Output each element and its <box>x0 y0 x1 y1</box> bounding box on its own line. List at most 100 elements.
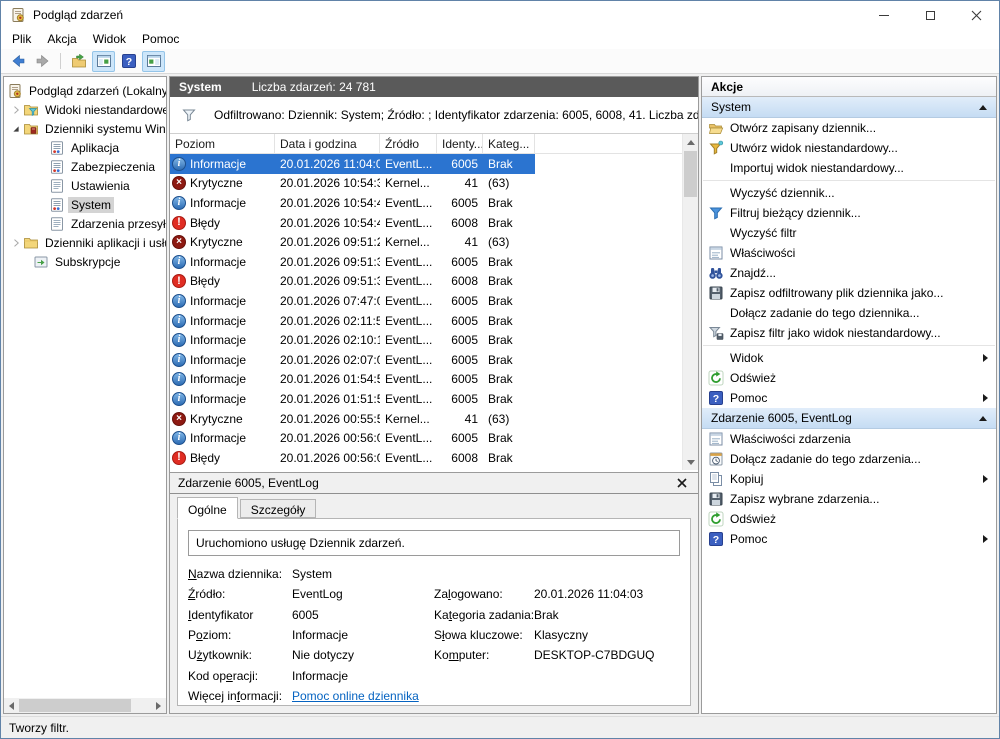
menu-item-akcja[interactable]: Akcja <box>39 30 84 48</box>
action-otwórz-zapisany-dziennik[interactable]: Otwórz zapisany dziennik... <box>702 118 996 138</box>
event-row[interactable]: ×Krytyczne20.01.2026 10:54:33Kernel...41… <box>170 174 535 194</box>
event-log-online-help-link[interactable]: Pomoc online dziennika <box>292 689 419 703</box>
column-header-3[interactable]: Źródło <box>380 134 437 153</box>
scrollbar-thumb[interactable] <box>684 151 697 197</box>
console-tree-button[interactable] <box>92 51 115 72</box>
tree-item-zabezpieczenia[interactable]: Zabezpieczenia <box>4 157 166 176</box>
event-row[interactable]: iInformacje20.01.2026 00:56:03EventL...6… <box>170 428 535 448</box>
event-category-cell: Brak <box>483 157 535 171</box>
event-datetime-cell: 20.01.2026 00:56:03 <box>275 451 380 465</box>
action-pomoc[interactable]: ?Pomoc <box>702 388 996 408</box>
action-zapisz-wybrane-zdarzenia[interactable]: Zapisz wybrane zdarzenia... <box>702 489 996 509</box>
tab-szczegóły[interactable]: Szczegóły <box>240 499 317 518</box>
tree-item-system[interactable]: System <box>4 195 166 214</box>
event-level-cell: ×Krytyczne <box>170 176 275 190</box>
scroll-down-button[interactable] <box>683 454 698 470</box>
event-category-cell: Brak <box>483 431 535 445</box>
event-row[interactable]: iInformacje20.01.2026 09:51:34EventL...6… <box>170 252 535 272</box>
minimize-button[interactable] <box>861 1 907 29</box>
event-row[interactable]: iInformacje20.01.2026 02:10:19EventL...6… <box>170 330 535 350</box>
event-row[interactable]: iInformacje20.01.2026 02:11:57EventL...6… <box>170 311 535 331</box>
action-dołącz-zadanie-do-tego-zdarzenia[interactable]: Dołącz zadanie do tego zdarzenia... <box>702 449 996 469</box>
tab-ogólne[interactable]: Ogólne <box>177 497 238 519</box>
column-header-2[interactable]: Data i godzina <box>275 134 380 153</box>
action-zapisz-odfiltrowany-plik-dziennika-jako[interactable]: Zapisz odfiltrowany plik dziennika jako.… <box>702 283 996 303</box>
detail-close-button[interactable] <box>674 475 690 491</box>
scroll-right-button[interactable] <box>151 698 166 713</box>
action-widok[interactable]: Widok <box>702 348 996 368</box>
column-header-5[interactable]: Kateg... <box>483 134 535 153</box>
event-row[interactable]: !Błędy20.01.2026 00:56:03EventL...6008Br… <box>170 448 535 468</box>
no-icon <box>707 225 725 241</box>
close-button[interactable] <box>953 1 999 29</box>
action-właściwości[interactable]: Właściwości <box>702 243 996 263</box>
field-label: Użytkownik: <box>188 648 292 662</box>
action-dołącz-zadanie-do-tego-dziennika[interactable]: Dołącz zadanie do tego dziennika... <box>702 303 996 323</box>
action-label: Odśwież <box>730 512 988 526</box>
back-arrow-button[interactable] <box>6 51 29 72</box>
tree-item-podgląd-zdarzeń-lokalny-[interactable]: Podgląd zdarzeń (Lokalny) <box>4 81 166 100</box>
scrollbar-track[interactable] <box>19 698 151 713</box>
action-filtruj-bieżący-dziennik[interactable]: Filtruj bieżący dziennik... <box>702 203 996 223</box>
expander-closed-icon[interactable] <box>10 235 22 251</box>
statusbar: Tworzy filtr. <box>1 716 999 738</box>
action-utwórz-widok-niestandardowy[interactable]: Utwórz widok niestandardowy... <box>702 138 996 158</box>
tree-item-zdarzenia-przesyłane[interactable]: Zdarzenia przesyłane <box>4 214 166 233</box>
menu-item-pomoc[interactable]: Pomoc <box>134 30 187 48</box>
action-odśwież[interactable]: Odśwież <box>702 509 996 529</box>
scroll-right-icon <box>156 702 161 710</box>
scrollbar-thumb[interactable] <box>19 699 131 712</box>
tree-item-subskrypcje[interactable]: Subskrypcje <box>4 252 166 271</box>
scroll-left-button[interactable] <box>4 698 19 713</box>
event-row[interactable]: ×Krytyczne20.01.2026 09:51:26Kernel...41… <box>170 232 535 252</box>
action-pomoc[interactable]: ?Pomoc <box>702 529 996 549</box>
event-row[interactable]: iInformacje20.01.2026 10:54:41EventL...6… <box>170 193 535 213</box>
column-header-4[interactable]: Identy... <box>437 134 483 153</box>
action-section-header-2[interactable]: Zdarzenie 6005, EventLog <box>702 408 996 429</box>
tree-item-dzienniki-systemu-windows[interactable]: Dzienniki systemu Windows <box>4 119 166 138</box>
event-row[interactable]: iInformacje20.01.2026 01:51:58EventL...6… <box>170 389 535 409</box>
column-header-1[interactable]: Poziom <box>170 134 275 153</box>
action-odśwież[interactable]: Odśwież <box>702 368 996 388</box>
event-message: Uruchomiono usługę Dziennik zdarzeń. <box>188 530 680 556</box>
tree-item-dzienniki-aplikacji-i-usług[interactable]: Dzienniki aplikacji i usług <box>4 233 166 252</box>
event-row[interactable]: !Błędy20.01.2026 10:54:41EventL...6008Br… <box>170 213 535 233</box>
scroll-up-button[interactable] <box>683 134 698 150</box>
tree-item-aplikacja[interactable]: Aplikacja <box>4 138 166 157</box>
event-source-cell: EventL... <box>380 353 437 367</box>
action-pane-button[interactable] <box>142 51 165 72</box>
menu-item-widok[interactable]: Widok <box>85 30 134 48</box>
action-wyczyść-dziennik[interactable]: Wyczyść dziennik... <box>702 183 996 203</box>
info-level-icon: i <box>172 372 186 386</box>
event-row[interactable]: iInformacje20.01.2026 02:07:03EventL...6… <box>170 350 535 370</box>
event-row[interactable]: iInformacje20.01.2026 01:54:51EventL...6… <box>170 370 535 390</box>
event-row[interactable]: iInformacje20.01.2026 11:04:03EventL...6… <box>170 154 535 174</box>
action-label: Właściwości <box>730 246 988 260</box>
back-arrow-icon <box>10 53 26 69</box>
expander-closed-icon[interactable] <box>10 102 22 118</box>
tree-item-widoki-niestandardowe[interactable]: Widoki niestandardowe <box>4 100 166 119</box>
tree-horizontal-scrollbar[interactable] <box>4 698 166 713</box>
action-importuj-widok-niestandardowy[interactable]: Importuj widok niestandardowy... <box>702 158 996 178</box>
submenu-arrow-icon <box>983 535 988 543</box>
event-row[interactable]: !Błędy20.01.2026 09:51:34EventL...6008Br… <box>170 272 535 292</box>
action-wyczyść-filtr[interactable]: Wyczyść filtr <box>702 223 996 243</box>
no-icon <box>707 160 725 176</box>
action-znajdź[interactable]: Znajdź... <box>702 263 996 283</box>
help-button[interactable]: ? <box>117 51 140 72</box>
event-source-cell: EventL... <box>380 333 437 347</box>
vertical-scrollbar[interactable] <box>682 134 698 470</box>
event-source-cell: EventL... <box>380 274 437 288</box>
forward-arrow-button[interactable] <box>31 51 54 72</box>
action-zapisz-filtr-jako-widok-niestandardowy[interactable]: Zapisz filtr jako widok niestandardowy..… <box>702 323 996 343</box>
export-folder-button[interactable] <box>67 51 90 72</box>
event-row[interactable]: ×Krytyczne20.01.2026 00:55:55Kernel...41… <box>170 409 535 429</box>
action-kopiuj[interactable]: Kopiuj <box>702 469 996 489</box>
maximize-button[interactable] <box>907 1 953 29</box>
event-row[interactable]: iInformacje20.01.2026 07:47:08EventL...6… <box>170 291 535 311</box>
action-section-header-1[interactable]: System <box>702 97 996 118</box>
action-właściwości-zdarzenia[interactable]: Właściwości zdarzenia <box>702 429 996 449</box>
expander-open-icon[interactable] <box>10 121 22 137</box>
tree-item-ustawienia[interactable]: Ustawienia <box>4 176 166 195</box>
menu-item-plik[interactable]: Plik <box>4 30 39 48</box>
